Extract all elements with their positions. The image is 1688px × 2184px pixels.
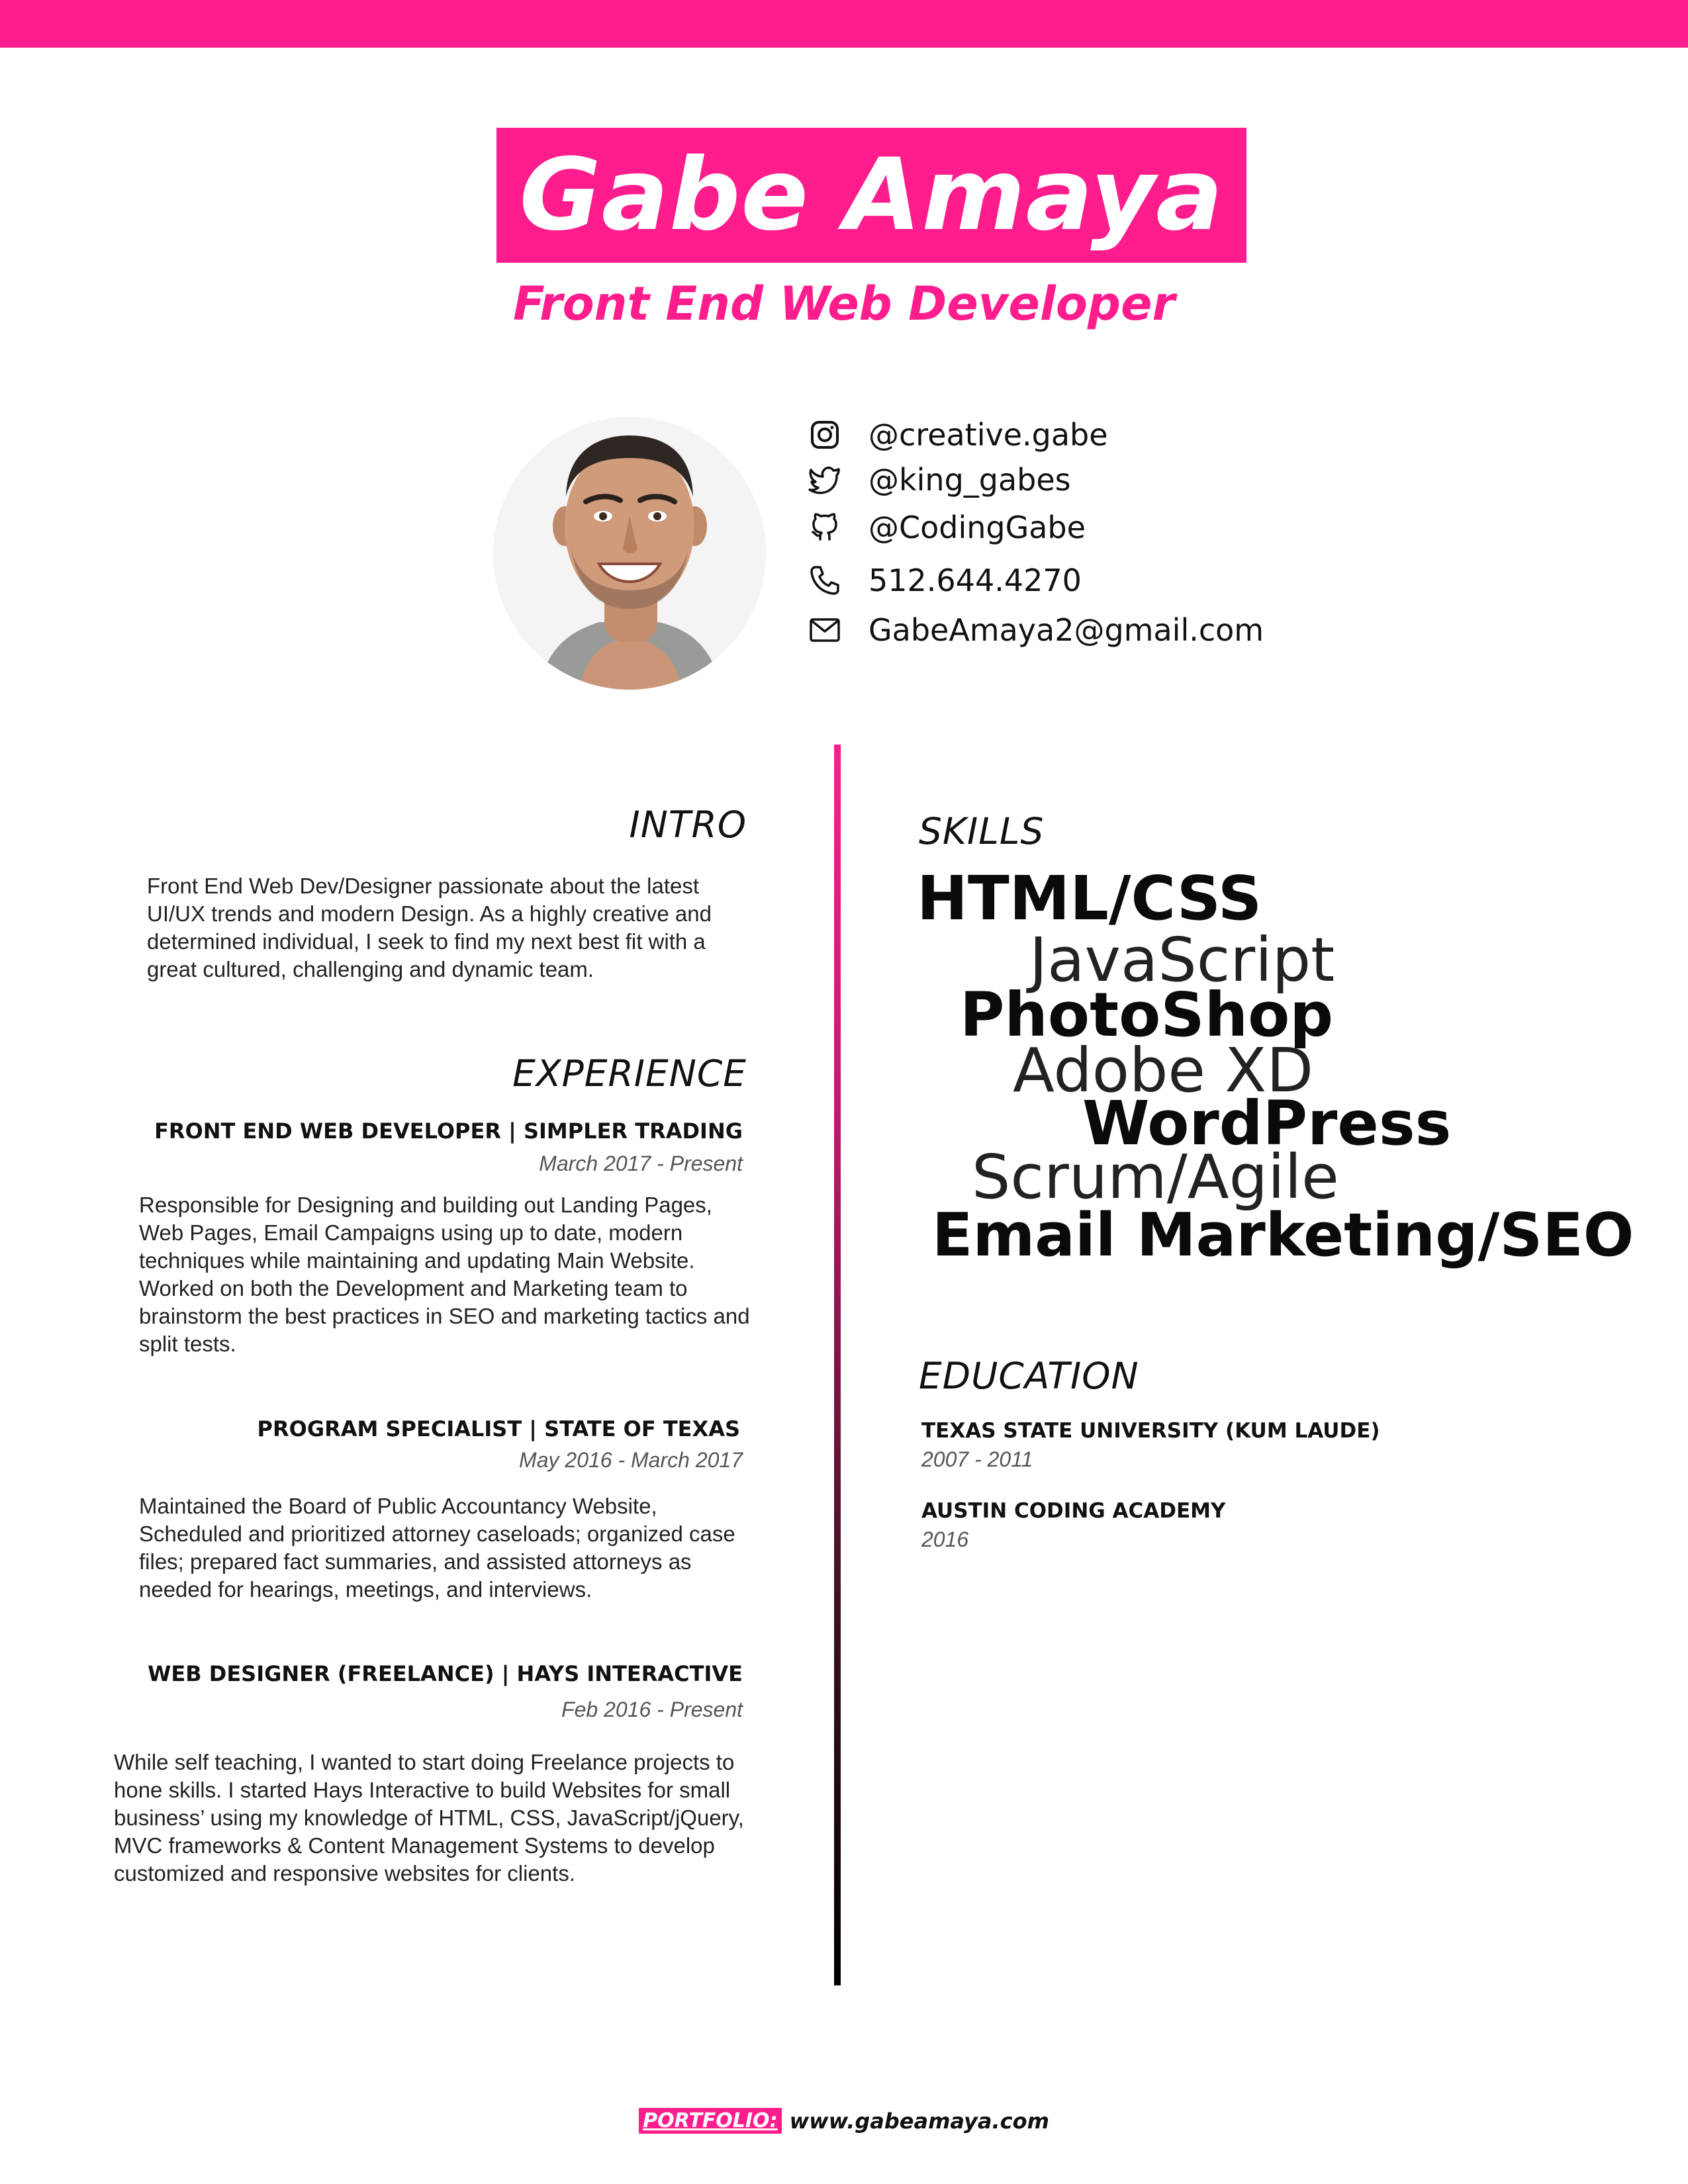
github-icon (806, 509, 843, 546)
mail-icon (806, 612, 843, 649)
skill-scrum-agile: Scrum/Agile (972, 1142, 1339, 1212)
intro-heading: INTRO (629, 803, 747, 846)
job-description-2: Maintained the Board of Public Accountan… (139, 1494, 735, 1602)
contact-twitter[interactable]: @king_gabes (806, 457, 1071, 503)
phone-icon (806, 562, 843, 599)
education-school-1: TEXAS STATE UNIVERSITY (KUM LAUDE) (921, 1419, 1380, 1443)
phone-number: 512.644.4270 (868, 563, 1082, 598)
job-title: Front End Web Developer (512, 277, 1176, 331)
education-years-1: 2007 - 2011 (921, 1447, 1033, 1471)
instagram-icon (806, 416, 843, 453)
name-banner: Gabe Amaya (496, 128, 1246, 263)
avatar (493, 417, 766, 690)
portfolio-footer: PORTFOLIO: www.gabeamaya.com (0, 2108, 1688, 2134)
contact-phone[interactable]: 512.644.4270 (806, 557, 1082, 604)
experience-heading: EXPERIENCE (512, 1052, 747, 1095)
intro-text: Front End Web Dev/Designer passionate ab… (147, 874, 712, 981)
portfolio-link[interactable]: www.gabeamaya.com (790, 2109, 1049, 2134)
job-dates-3: Feb 2016 - Present (561, 1698, 743, 1721)
twitter-handle: @king_gabes (868, 462, 1071, 498)
contact-instagram[interactable]: @creative.gabe (806, 412, 1108, 458)
job-title-3: WEB DESIGNER (FREELANCE) | HAYS INTERACT… (148, 1661, 743, 1686)
education-school-2: AUSTIN CODING ACADEMY (921, 1499, 1226, 1523)
skill-email-marketing-seo: Email Marketing/SEO (932, 1201, 1634, 1270)
twitter-icon (806, 461, 843, 498)
job-title-2: PROGRAM SPECIALIST | STATE OF TEXAS (257, 1416, 740, 1441)
column-divider (834, 745, 841, 1985)
job-description-1: Responsible for Designing and building o… (139, 1193, 750, 1356)
education-heading: EDUCATION (919, 1355, 1139, 1397)
skills-heading: SKILLS (919, 810, 1045, 852)
job-description-3: While self teaching, I wanted to start d… (114, 1750, 744, 1886)
github-handle: @CodingGabe (868, 510, 1086, 545)
job-dates-2: May 2016 - March 2017 (519, 1448, 743, 1472)
skill-html-css: HTML/CSS (917, 863, 1262, 934)
job-dates-1: March 2017 - Present (539, 1152, 743, 1175)
full-name: Gabe Amaya (519, 138, 1224, 253)
contact-github[interactable]: @CodingGabe (806, 504, 1086, 551)
instagram-handle: @creative.gabe (868, 417, 1108, 453)
portfolio-label: PORTFOLIO: (639, 2108, 782, 2134)
top-accent-bar (0, 0, 1688, 48)
job-title-1: FRONT END WEB DEVELOPER | SIMPLER TRADIN… (154, 1118, 743, 1144)
education-years-2: 2016 (921, 1527, 969, 1551)
contact-email[interactable]: GabeAmaya2@gmail.com (806, 607, 1264, 653)
email-address: GabeAmaya2@gmail.com (868, 612, 1264, 648)
